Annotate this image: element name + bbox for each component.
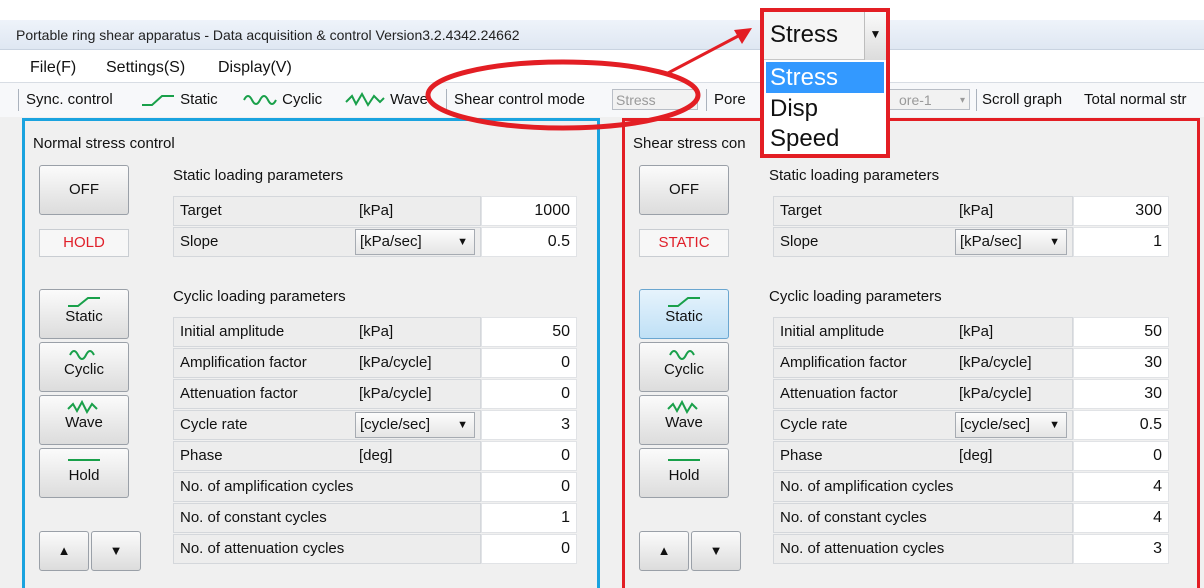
shear-mode-dropdown-callout: Stress ▼ Stress Disp Speed <box>760 8 890 158</box>
dropdown-option-speed[interactable]: Speed <box>766 123 884 154</box>
dropdown-option-disp[interactable]: Disp <box>766 93 884 124</box>
zoomed-mode-select[interactable]: Stress ▼ <box>764 12 886 60</box>
annotation-arrow <box>667 32 743 75</box>
dropdown-option-stress[interactable]: Stress <box>766 62 884 93</box>
annotation-overlay <box>425 28 752 131</box>
chevron-down-icon[interactable]: ▼ <box>864 12 886 60</box>
highlight-ellipse <box>425 59 701 131</box>
zoomed-mode-select-value: Stress <box>770 21 839 48</box>
